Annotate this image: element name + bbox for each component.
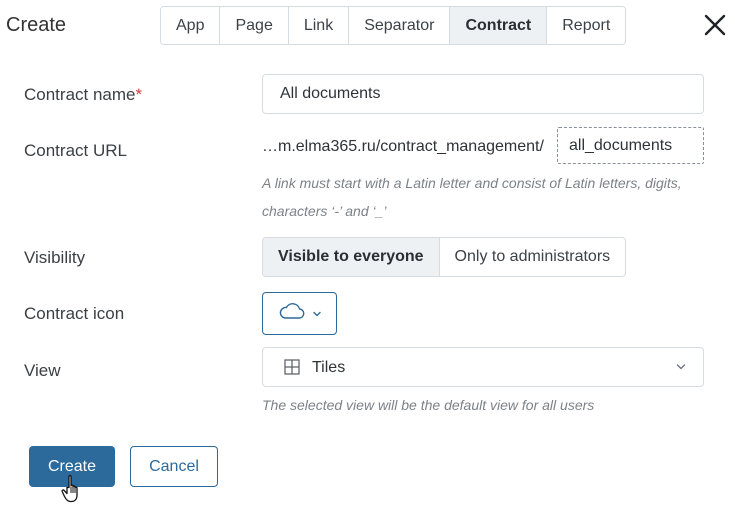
view-label: View — [24, 361, 61, 380]
tab-report[interactable]: Report — [547, 7, 626, 44]
contract-name-label: Contract name* — [24, 85, 142, 105]
visibility-toggle: Visible to everyone Only to administrato… — [262, 237, 627, 277]
view-select-value: Tiles — [312, 359, 346, 376]
cancel-button[interactable]: Cancel — [130, 446, 218, 487]
contract-name-input[interactable]: All documents — [262, 74, 704, 114]
url-prefix: …m.elma365.ru/contract_management/ — [262, 138, 544, 155]
hand-cursor-icon — [60, 474, 84, 509]
visibility-admins-option[interactable]: Only to administrators — [438, 238, 626, 276]
contract-icon-label: Contract icon — [24, 304, 125, 323]
type-tabs: App Page Link Separator Contract Report — [160, 6, 627, 45]
close-icon[interactable] — [702, 12, 728, 38]
visibility-label: Visibility — [24, 248, 86, 267]
tab-separator[interactable]: Separator — [349, 7, 451, 44]
tab-link[interactable]: Link — [288, 7, 350, 44]
chevron-down-icon — [312, 305, 322, 323]
icon-picker-button[interactable] — [262, 292, 337, 335]
required-mark: * — [135, 85, 143, 104]
tab-contract[interactable]: Contract — [450, 7, 548, 44]
view-select[interactable]: Tiles — [262, 347, 704, 387]
chevron-down-icon — [675, 360, 687, 378]
grid-icon — [284, 359, 300, 380]
visibility-everyone-option[interactable]: Visible to everyone — [263, 238, 439, 276]
create-dialog: Create App Page Link Separator Contract … — [0, 0, 735, 515]
tab-app[interactable]: App — [161, 7, 221, 44]
url-slug-input[interactable]: all_documents — [557, 127, 704, 164]
tab-page[interactable]: Page — [220, 7, 289, 44]
contract-name-label-text: Contract name — [24, 85, 136, 104]
url-hint-line-1: A link must start with a Latin letter an… — [262, 175, 682, 191]
dialog-title: Create — [6, 14, 67, 36]
view-hint: The selected view will be the default vi… — [262, 397, 595, 413]
cloud-icon — [278, 301, 306, 326]
url-hint-line-2: characters ‘-’ and ‘_’ — [262, 203, 387, 219]
contract-url-label: Contract URL — [24, 141, 127, 160]
